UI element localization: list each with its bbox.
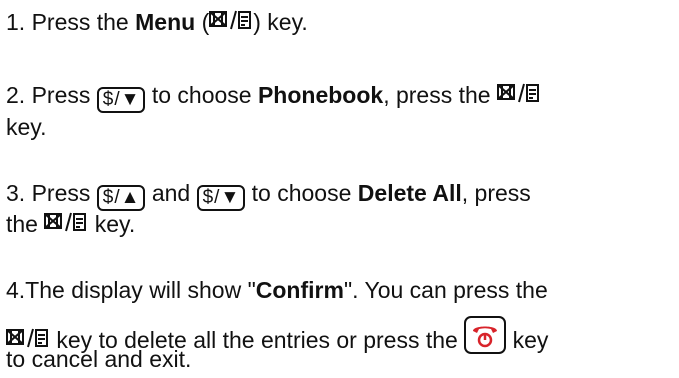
step-2-cont: key. — [6, 114, 47, 140]
menu-mute-key-icon — [44, 211, 88, 241]
menu-label: Menu — [135, 9, 196, 35]
menu-mute-key-icon — [496, 82, 541, 112]
step-2: 2. Press $/▼ to choose Phonebook, press … — [6, 81, 541, 113]
step-3: 3. Press $/▲ and $/▼ to choose Delete Al… — [6, 179, 531, 211]
delete-all-label: Delete All — [357, 180, 462, 206]
phonebook-label: Phonebook — [257, 82, 384, 108]
step-4: 4.The display will show "Confirm". You c… — [6, 277, 548, 303]
scroll-up-key-icon: $/▲ — [96, 185, 146, 211]
step-1: 1. Press the Menu () key. — [6, 8, 308, 39]
end-call-key-icon — [464, 316, 507, 354]
step-4-cont-2: to cancel and exit. — [6, 346, 192, 372]
scroll-down-key-icon: $/▼ — [96, 87, 146, 113]
confirm-label: Confirm — [255, 277, 344, 303]
scroll-down-key-icon: $/▼ — [196, 185, 246, 211]
step-3-cont: the key. — [6, 210, 135, 241]
menu-mute-key-icon — [209, 9, 253, 39]
